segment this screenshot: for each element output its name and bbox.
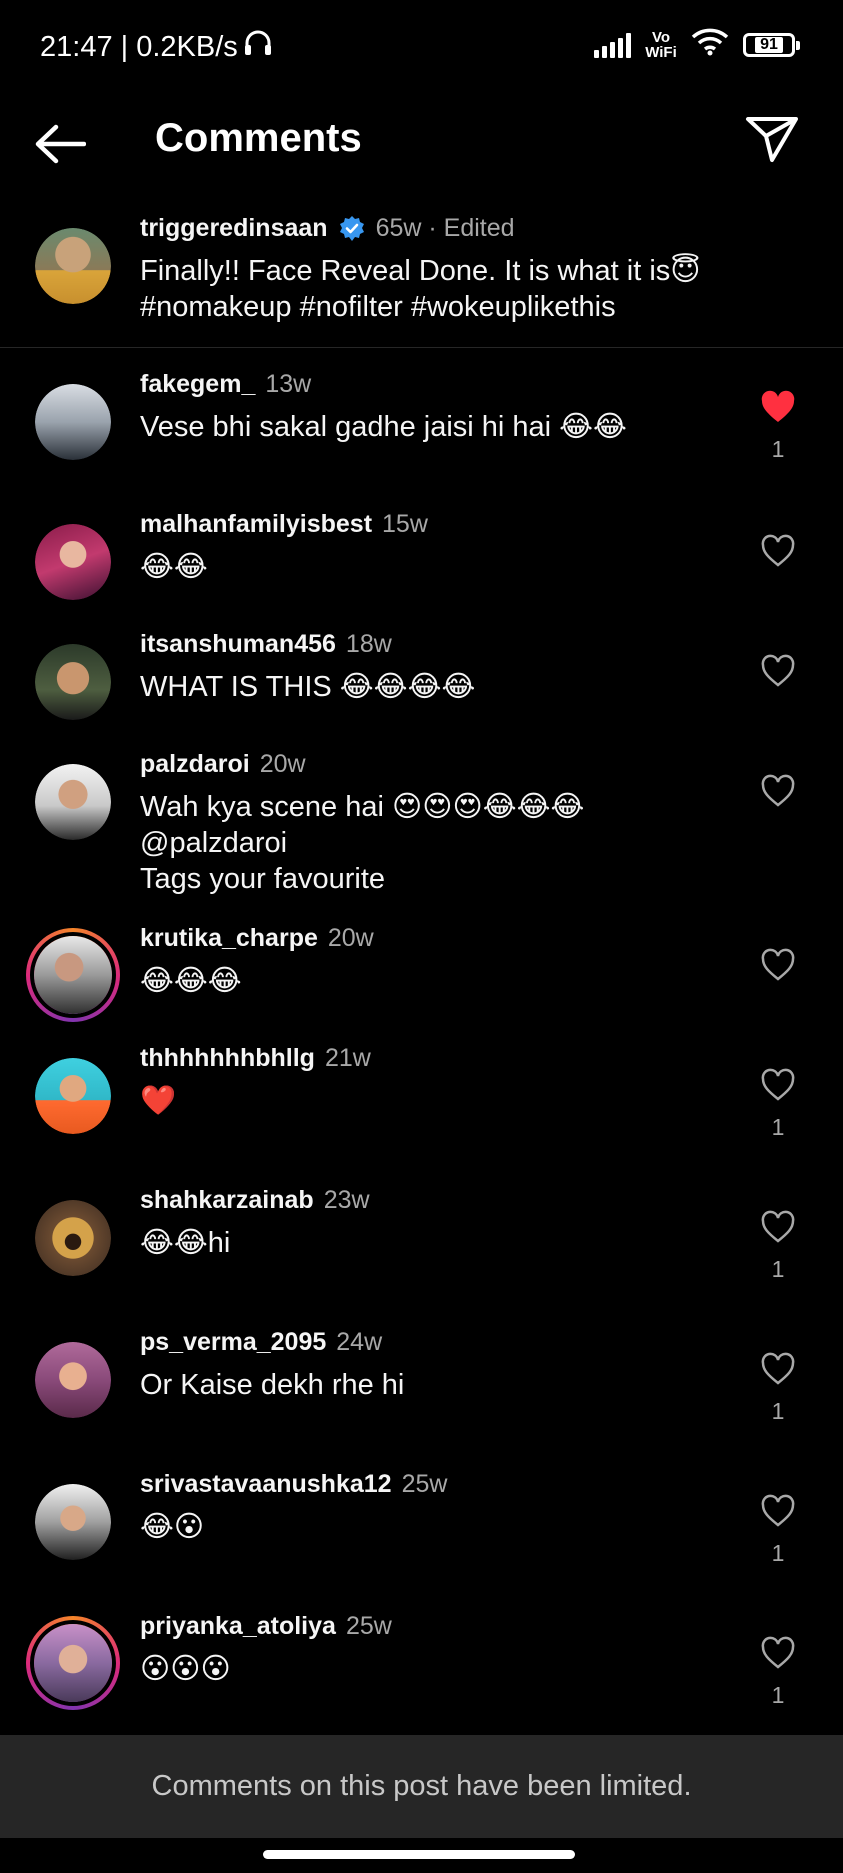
avatar[interactable] [35, 644, 111, 720]
like-button[interactable]: 1 [753, 1068, 803, 1141]
heart-outline-icon [761, 1210, 795, 1243]
post-caption: triggeredinsaan 65w · Edited Finally!! F… [0, 200, 843, 348]
avatar[interactable] [35, 1484, 111, 1560]
caption-hashtags[interactable]: #nomakeup #nofilter #wokeuplikethis [140, 289, 733, 325]
status-left: 21:47 | 0.2KB/s [40, 30, 272, 64]
avatar[interactable] [35, 1342, 111, 1418]
comment-text: 😂😂😂 [140, 965, 242, 997]
like-count: 1 [771, 1540, 785, 1566]
comment-time: 15w [382, 510, 428, 538]
avatar[interactable] [35, 228, 111, 304]
home-indicator[interactable] [263, 1850, 575, 1859]
comment-username[interactable]: itsanshuman456 [140, 630, 336, 659]
back-button[interactable] [30, 114, 90, 174]
comment-time: 21w [324, 1044, 371, 1072]
like-button[interactable] [753, 534, 803, 568]
like-button[interactable]: 1 [753, 1352, 803, 1425]
like-button[interactable]: 1 [753, 1494, 803, 1567]
heart-outline-icon [761, 948, 795, 981]
like-button[interactable]: 1 [753, 390, 803, 463]
comment-time: 20w [259, 750, 306, 778]
comment-time: 24w [336, 1328, 383, 1356]
avatar[interactable] [35, 1200, 111, 1276]
heart-outline-icon [761, 1636, 795, 1669]
like-button[interactable]: 1 [753, 1636, 803, 1709]
comment-time: 25w [401, 1470, 448, 1498]
comment-text: ❤️ [140, 1085, 177, 1117]
comment-time: 20w [327, 924, 374, 952]
comments-limited-banner: Comments on this post have been limited. [0, 1735, 843, 1838]
comment-time: 23w [323, 1186, 370, 1214]
comment-text: Wah kya scene hai 😍😍😍😂😂😂 @palzdaroi Tags… [140, 789, 733, 897]
comment-username[interactable]: palzdaroi [140, 750, 250, 779]
comment-username[interactable]: thhhhhhhbhllg [140, 1044, 315, 1073]
heart-outline-icon [761, 1494, 795, 1527]
like-button[interactable] [753, 948, 803, 982]
like-button[interactable]: 1 [753, 1210, 803, 1283]
avatar[interactable] [35, 1058, 111, 1134]
avatar[interactable] [35, 764, 111, 840]
comment-text: 😂😂 [140, 551, 208, 583]
like-count: 1 [771, 1114, 785, 1140]
heart-outline-icon [761, 774, 795, 807]
avatar[interactable] [35, 384, 111, 460]
heart-outline-icon [761, 534, 795, 567]
heart-outline-icon [761, 654, 795, 687]
like-count: 1 [771, 436, 785, 462]
comment-username[interactable]: krutika_charpe [140, 924, 318, 953]
caption-time: 65w · Edited [375, 214, 515, 242]
heart-outline-icon [761, 1068, 795, 1101]
battery-icon: 91 [743, 32, 800, 57]
comment-text: WHAT IS THIS 😂😂😂😂 [140, 671, 476, 703]
comment-text: Or Kaise dekh rhe hi [140, 1369, 405, 1401]
battery-level: 91 [755, 36, 783, 53]
avatar[interactable] [35, 524, 111, 600]
status-right: Vo WiFi 91 [594, 28, 800, 61]
status-bar: 21:47 | 0.2KB/s Vo WiFi 91 [0, 0, 843, 96]
like-count: 1 [771, 1256, 785, 1282]
like-button[interactable] [753, 774, 803, 808]
comment-time: 18w [345, 630, 392, 658]
verified-badge-icon [339, 215, 364, 241]
signal-icon [594, 32, 631, 58]
like-button[interactable] [753, 654, 803, 688]
comment-text: 😂😮 [140, 1511, 205, 1543]
caption-text: Finally!! Face Reveal Done. It is what i… [140, 253, 733, 325]
headphones-icon [244, 30, 272, 64]
story-ring-avatar[interactable] [26, 928, 120, 1022]
like-count: 1 [771, 1682, 785, 1708]
comment-username[interactable]: srivastavaanushka12 [140, 1470, 392, 1499]
vowifi-label: Vo WiFi [645, 28, 677, 61]
heart-outline-icon [761, 1352, 795, 1385]
send-button[interactable] [739, 106, 805, 172]
comment-username[interactable]: shahkarzainab [140, 1186, 314, 1215]
comment-username[interactable]: malhanfamilyisbest [140, 510, 372, 539]
comment-text-line: Wah kya scene hai 😍😍😍😂😂😂 [140, 791, 585, 823]
comments-limited-text: Comments on this post have been limited. [151, 1770, 692, 1802]
like-count: 1 [771, 1398, 785, 1424]
comment-text: 😂😂hi [140, 1227, 231, 1259]
caption-username[interactable]: triggeredinsaan [140, 214, 328, 243]
comment-username[interactable]: priyanka_atoliya [140, 1612, 336, 1641]
comment-text: 😮😮😮 [140, 1653, 231, 1685]
comment-username[interactable]: ps_verma_2095 [140, 1328, 326, 1357]
comment-username[interactable]: fakegem_ [140, 370, 255, 399]
comment-time: 25w [345, 1612, 392, 1640]
page-title: Comments [155, 116, 362, 160]
heart-filled-icon [761, 390, 795, 422]
send-icon [746, 117, 798, 162]
wifi-icon [691, 28, 729, 61]
caption-line-1: Finally!! Face Reveal Done. It is what i… [140, 255, 701, 287]
comment-text: Vese bhi sakal gadhe jaisi hi hai 😂😂 [140, 411, 627, 443]
status-time: 21:47 | 0.2KB/s [40, 30, 238, 63]
back-arrow-icon [35, 124, 86, 164]
comment-time: 13w [265, 370, 312, 398]
comment-text-line: Tags your favourite [140, 863, 386, 895]
story-ring-avatar[interactable] [26, 1616, 120, 1710]
mention-link[interactable]: @palzdaroi [140, 825, 733, 861]
